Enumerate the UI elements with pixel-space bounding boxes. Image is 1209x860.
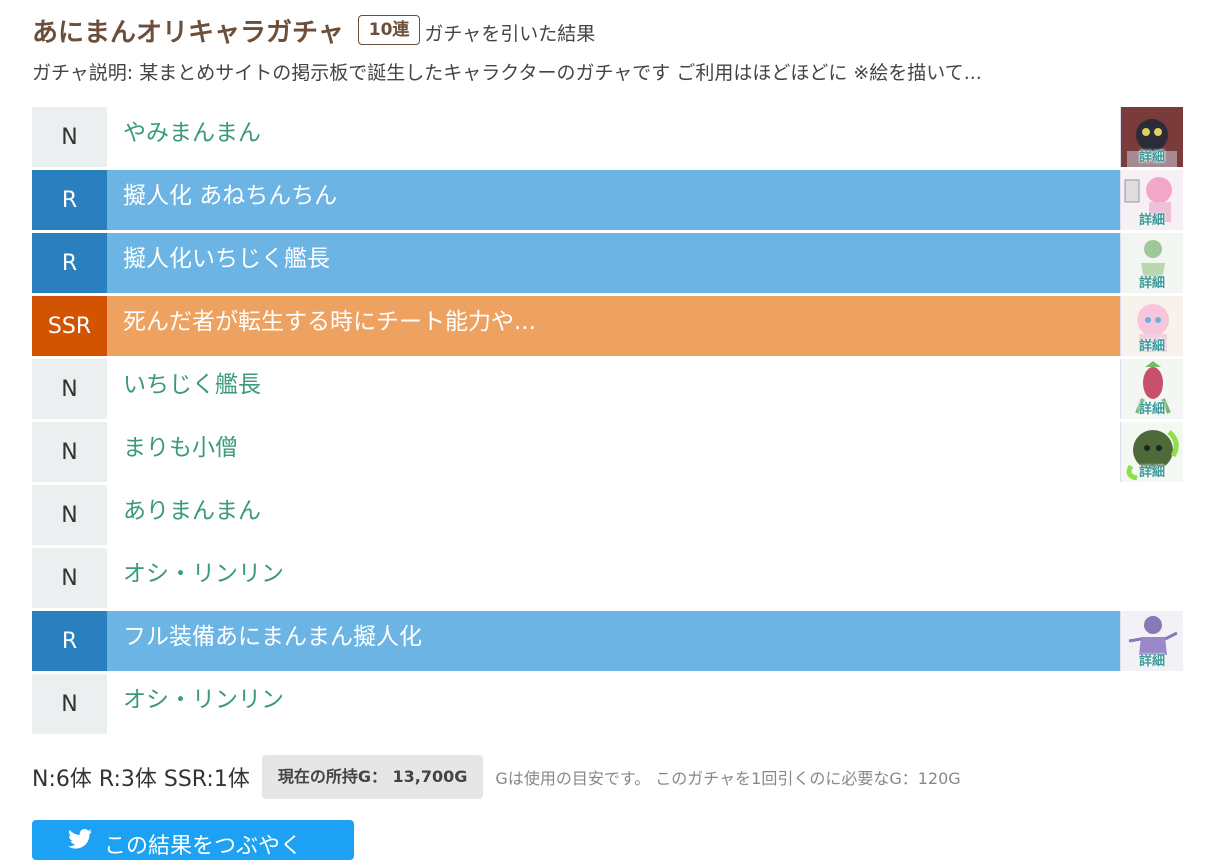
rarity-badge: N <box>32 674 107 734</box>
gacha-description: ガチャ説明: 某まとめサイトの掲示板で誕生したキャラクターのガチャです ご利用は… <box>32 62 982 84</box>
character-name: まりも小僧 <box>123 435 238 461</box>
results-list: N やみまんまん 詳細 R 擬人化 あねちんちん 詳細 R 擬人化いちじく艦長 … <box>32 107 1183 737</box>
detail-thumbnail[interactable]: 詳細 <box>1120 296 1183 356</box>
tweet-label: この結果をつぶやく <box>104 834 303 859</box>
detail-thumbnail[interactable]: 詳細 <box>1120 170 1183 230</box>
detail-thumbnail[interactable]: 詳細 <box>1120 359 1183 419</box>
detail-thumbnail[interactable]: 詳細 <box>1120 107 1183 167</box>
rarity-counts: N:6体 R:3体 SSR:1体 <box>32 767 250 792</box>
detail-label: 詳細 <box>1138 654 1165 669</box>
rarity-badge: N <box>32 107 107 167</box>
twitter-bird-icon <box>68 829 92 849</box>
result-row: SSR 死んだ者が転生する時にチート能力や... 詳細 <box>32 296 1183 356</box>
character-name: 死んだ者が転生する時にチート能力や... <box>107 296 1120 356</box>
character-name: オシ・リンリン <box>123 561 284 587</box>
detail-thumbnail[interactable]: 詳細 <box>1120 611 1183 671</box>
rarity-badge: SSR <box>32 296 107 356</box>
result-row: R フル装備あにまんまん擬人化 詳細 <box>32 611 1183 671</box>
result-row: N まりも小僧 詳細 <box>32 422 1183 482</box>
rarity-badge: R <box>32 611 107 671</box>
gacha-title[interactable]: あにまんオリキャラガチャ <box>32 12 344 49</box>
detail-label: 詳細 <box>1138 276 1165 291</box>
detail-label: 詳細 <box>1138 402 1165 417</box>
summary: N:6体 R:3体 SSR:1体 現在の所持G： 13,700G Gは使用の目安… <box>32 755 961 799</box>
character-name: いちじく艦長 <box>123 372 261 398</box>
title-suffix: ガチャを引いた結果 <box>424 22 596 45</box>
detail-label: 詳細 <box>1138 213 1165 228</box>
detail-thumbnail[interactable]: 詳細 <box>1120 422 1183 482</box>
detail-thumbnail[interactable]: 詳細 <box>1120 233 1183 293</box>
detail-label: 詳細 <box>1138 339 1165 354</box>
rarity-badge: N <box>32 422 107 482</box>
result-row: N やみまんまん 詳細 <box>32 107 1183 167</box>
result-row: N オシ・リンリン <box>32 548 1183 608</box>
detail-label: 詳細 <box>1138 150 1165 165</box>
gold-balance: 現在の所持G： 13,700G <box>261 755 484 799</box>
title-line: あにまんオリキャラガチャ 10連 ガチャを引いた結果 <box>32 10 1189 50</box>
result-row: N ありまんまん <box>32 485 1183 545</box>
character-name: やみまんまん <box>123 120 261 146</box>
character-name: ありまんまん <box>123 498 261 524</box>
detail-label: 詳細 <box>1138 465 1165 480</box>
result-row: R 擬人化いちじく艦長 詳細 <box>32 233 1183 293</box>
header: あにまんオリキャラガチャ 10連 ガチャを引いた結果 ガチャ説明: 某まとめサイ… <box>32 10 1189 85</box>
rarity-badge: N <box>32 485 107 545</box>
rarity-badge: R <box>32 170 107 230</box>
result-row: N いちじく艦長 詳細 <box>32 359 1183 419</box>
character-name: 擬人化 あねちんちん <box>107 170 1120 230</box>
rarity-badge: N <box>32 359 107 419</box>
gold-note: Gは使用の目安です。 このガチャを1回引くのに必要なG：120G <box>495 769 961 788</box>
rarity-badge: R <box>32 233 107 293</box>
result-row: N オシ・リンリン <box>32 674 1183 734</box>
rarity-badge: N <box>32 548 107 608</box>
character-name: フル装備あにまんまん擬人化 <box>107 611 1120 671</box>
character-name: 擬人化いちじく艦長 <box>107 233 1120 293</box>
draw-count-badge: 10連 <box>357 15 421 45</box>
result-row: R 擬人化 あねちんちん 詳細 <box>32 170 1183 230</box>
tweet-button[interactable]: この結果をつぶやく <box>32 820 354 860</box>
character-name: オシ・リンリン <box>123 687 284 713</box>
